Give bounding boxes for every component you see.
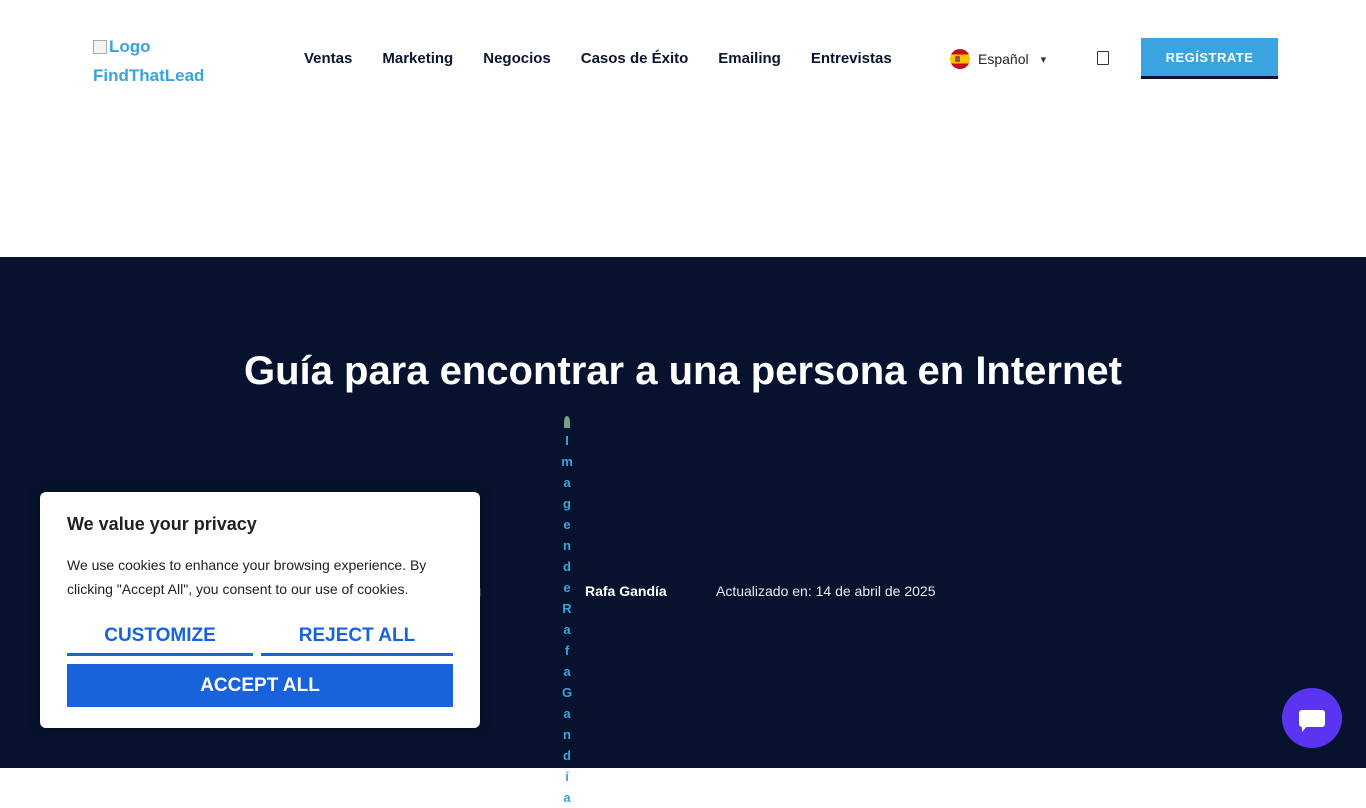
author-image-alt-text: ImagendeRafaGandía bbox=[561, 430, 573, 808]
alt-text-char: a bbox=[563, 706, 571, 721]
logo-name: FindThatLead bbox=[93, 66, 205, 85]
alt-text-char: a bbox=[563, 475, 571, 490]
cookie-secondary-actions: CUSTOMIZE REJECT ALL bbox=[67, 618, 453, 656]
spain-flag-icon bbox=[950, 49, 970, 69]
broken-image-icon bbox=[93, 39, 107, 54]
customize-button[interactable]: CUSTOMIZE bbox=[67, 618, 253, 656]
alt-text-char: n bbox=[563, 727, 571, 742]
register-button[interactable]: REGÍSTRATE bbox=[1141, 38, 1278, 79]
alt-text-char: e bbox=[563, 580, 571, 595]
alt-text-char: a bbox=[563, 664, 571, 679]
alt-text-char: a bbox=[563, 790, 571, 805]
broken-image-icon bbox=[564, 416, 570, 428]
nav-item-casos-de-exito[interactable]: Casos de Éxito bbox=[581, 50, 689, 67]
alt-text-char: a bbox=[563, 622, 571, 637]
alt-text-char: m bbox=[561, 454, 573, 469]
cookie-consent-banner: We value your privacy We use cookies to … bbox=[40, 492, 480, 728]
nav-item-ventas[interactable]: Ventas bbox=[304, 50, 352, 67]
nav-item-negocios[interactable]: Negocios bbox=[483, 50, 551, 67]
nav-item-entrevistas[interactable]: Entrevistas bbox=[811, 50, 892, 67]
alt-text-char: n bbox=[563, 538, 571, 553]
alt-text-char: d bbox=[563, 559, 571, 574]
alt-text-char: d bbox=[563, 748, 571, 763]
article-author[interactable]: Rafa Gandía bbox=[585, 583, 667, 599]
alt-text-char: G bbox=[561, 685, 573, 700]
cookie-title: We value your privacy bbox=[67, 514, 257, 534]
chat-bubble-icon bbox=[1299, 709, 1325, 732]
article-updated-date: Actualizado en: 14 de abril de 2025 bbox=[716, 583, 936, 599]
alt-text-char: í bbox=[565, 769, 569, 784]
language-label: Español bbox=[978, 51, 1029, 67]
search-icon[interactable] bbox=[1097, 51, 1109, 65]
article-title: Guía para encontrar a una persona en Int… bbox=[243, 349, 1122, 393]
site-header: Logo FindThatLead Ventas Marketing Negoc… bbox=[0, 0, 1366, 257]
alt-text-char: f bbox=[564, 643, 570, 658]
language-selector[interactable]: Español ▾ bbox=[950, 49, 1046, 69]
nav-item-marketing[interactable]: Marketing bbox=[382, 50, 453, 67]
author-image: ImagendeRafaGandía bbox=[560, 416, 574, 808]
logo-alt-text: Logo bbox=[109, 37, 151, 56]
chevron-down-icon: ▾ bbox=[1040, 53, 1047, 66]
alt-text-char: e bbox=[563, 517, 571, 532]
chat-widget-button[interactable] bbox=[1282, 688, 1342, 748]
nav-item-emailing[interactable]: Emailing bbox=[718, 50, 781, 67]
alt-text-char: R bbox=[562, 601, 572, 616]
cookie-text: We use cookies to enhance your browsing … bbox=[67, 557, 427, 597]
alt-text-char: I bbox=[565, 433, 569, 448]
accept-all-button[interactable]: ACCEPT ALL bbox=[67, 664, 453, 707]
main-nav: Ventas Marketing Negocios Casos de Éxito… bbox=[304, 50, 892, 67]
logo-image: Logo bbox=[93, 32, 204, 61]
alt-text-char: g bbox=[563, 496, 571, 511]
reject-all-button[interactable]: REJECT ALL bbox=[261, 618, 453, 656]
logo[interactable]: Logo FindThatLead bbox=[93, 32, 204, 90]
